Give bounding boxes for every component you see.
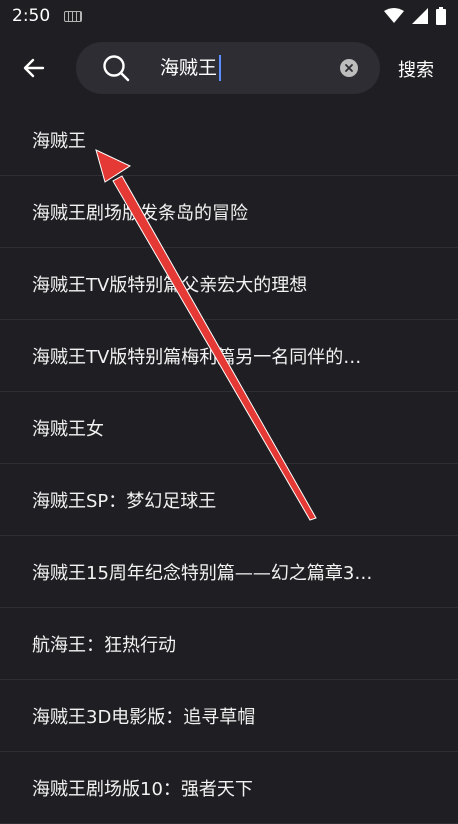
status-icons [384,7,446,25]
search-submit-button[interactable]: 搜索 [398,56,434,82]
arrow-left-icon [23,58,45,78]
result-item[interactable]: 海贼王3D电影版：追寻草帽 [0,680,458,752]
keyboard-icon [64,10,83,22]
search-query: 海贼王 [160,57,218,79]
search-bar: 海贼王 搜索 [0,40,458,96]
close-icon [345,64,353,72]
status-bar: 2:50 [0,0,458,32]
signal-icon [412,8,428,24]
result-item[interactable]: 航海王：狂热行动 [0,608,458,680]
back-button[interactable] [16,50,52,86]
result-title: 海贼王剧场版10：强者天下 [32,778,253,800]
result-title: 海贼王 [32,130,86,152]
result-item[interactable]: 海贼王剧场版发条岛的冒险 [0,176,458,248]
result-title: 海贼王女 [32,418,104,440]
search-icon [103,55,130,82]
result-title: 海贼王TV版特别篇梅利篇另一名同伴的… [32,346,362,368]
result-item[interactable]: 海贼王15周年纪念特别篇——幻之篇章3… [0,536,458,608]
result-title: 航海王：狂热行动 [32,634,176,656]
search-input[interactable]: 海贼王 [160,54,222,82]
result-title: 海贼王15周年纪念特别篇——幻之篇章3… [32,562,373,584]
search-box[interactable]: 海贼王 [76,42,380,94]
result-item[interactable]: 海贼王女 [0,392,458,464]
result-item[interactable]: 海贼王TV版特别篇梅利篇另一名同伴的… [0,320,458,392]
result-item[interactable]: 海贼王SP：梦幻足球王 [0,464,458,536]
status-time: 2:50 [12,6,51,26]
result-item[interactable]: 海贼王 [0,104,458,176]
result-title: 海贼王3D电影版：追寻草帽 [32,706,256,728]
wifi-icon [384,8,404,23]
clear-search-button[interactable] [340,59,358,77]
result-item[interactable]: 海贼王剧场版10：强者天下 [0,752,458,824]
result-title: 海贼王SP：梦幻足球王 [32,490,217,512]
text-caret [219,55,222,81]
search-results-list: 海贼王 海贼王剧场版发条岛的冒险 海贼王TV版特别篇父亲宏大的理想 海贼王TV版… [0,104,458,824]
result-title: 海贼王剧场版发条岛的冒险 [32,202,248,224]
result-title: 海贼王TV版特别篇父亲宏大的理想 [32,274,308,296]
battery-icon [436,7,446,25]
result-item[interactable]: 海贼王TV版特别篇父亲宏大的理想 [0,248,458,320]
